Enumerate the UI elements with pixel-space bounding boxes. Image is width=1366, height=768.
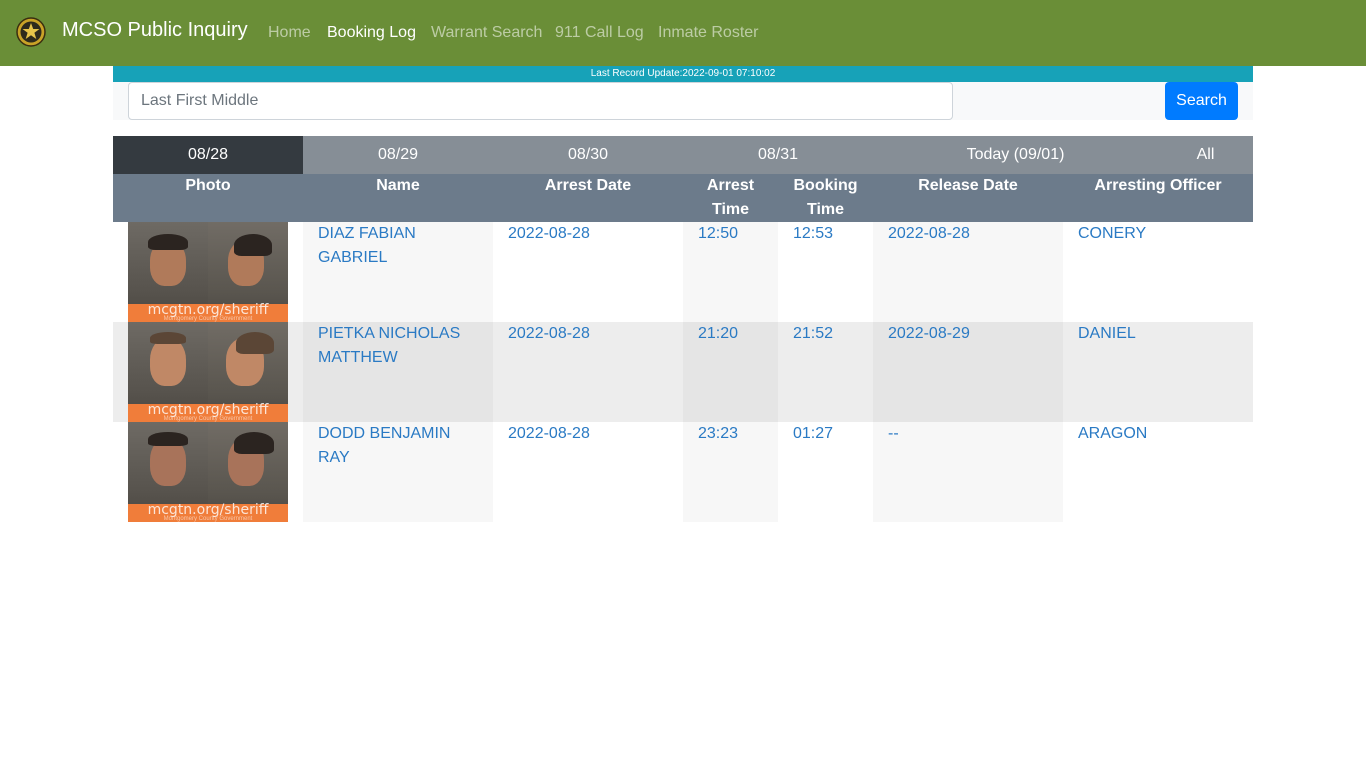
mugshot-photo[interactable]: mcgtn.org/sheriff Montgomery County Gove… [128,322,288,422]
photo-watermark-subtext: Montgomery County Government [163,516,253,522]
top-navbar: MCSO Public Inquiry Home Booking Log War… [0,0,1366,66]
arrest-time-link[interactable]: 23:23 [698,425,738,442]
arrest-date-link[interactable]: 2022-08-28 [508,225,590,242]
arrest-time-link[interactable]: 21:20 [698,325,738,342]
header-name: Name [376,177,420,194]
table-header: Photo Name Arrest Date Arrest Time Booki… [113,174,1253,222]
mugshot-photo[interactable]: mcgtn.org/sheriff Montgomery County Gove… [128,422,288,522]
search-button[interactable]: Search [1165,82,1238,120]
inmate-name-link[interactable]: DIAZ FABIAN GABRIEL [318,225,416,266]
release-date-link[interactable]: -- [888,425,899,442]
name-search-input[interactable] [128,82,953,120]
last-update-bar: Last Record Update:2022-09-01 07:10:02 [113,66,1253,82]
arresting-officer-link[interactable]: DANIEL [1078,325,1136,342]
header-arrest-time: Arrest Time [706,177,755,218]
arresting-officer-link[interactable]: ARAGON [1078,425,1147,442]
sheriff-star-badge-icon[interactable] [16,17,46,47]
tab-0830[interactable]: 08/30 [493,136,683,174]
header-arrest-date: Arrest Date [544,177,632,194]
table-row: mcgtn.org/sheriff Montgomery County Gove… [113,422,1253,522]
date-tabs: 08/28 08/29 08/30 08/31 Today (09/01) Al… [113,136,1253,174]
header-release-date: Release Date [918,177,1018,194]
booking-time-link[interactable]: 12:53 [793,225,833,242]
release-date-link[interactable]: 2022-08-29 [888,325,970,342]
booking-time-link[interactable]: 21:52 [793,325,833,342]
tab-0828[interactable]: 08/28 [113,136,303,174]
arrest-date-link[interactable]: 2022-08-28 [508,425,590,442]
nav-warrant-search[interactable]: Warrant Search [431,24,542,42]
booking-time-link[interactable]: 01:27 [793,425,833,442]
tab-all[interactable]: All [1158,136,1253,174]
release-date-link[interactable]: 2022-08-28 [888,225,970,242]
inmate-name-link[interactable]: PIETKA NICHOLAS MATTHEW [318,325,460,366]
inmate-name-link[interactable]: DODD BENJAMIN RAY [318,425,450,466]
mugshot-photo[interactable]: mcgtn.org/sheriff Montgomery County Gove… [128,222,288,322]
tab-0831[interactable]: 08/31 [683,136,873,174]
table-row: mcgtn.org/sheriff Montgomery County Gove… [113,322,1253,422]
nav-home[interactable]: Home [268,24,311,42]
arresting-officer-link[interactable]: CONERY [1078,225,1146,242]
tab-0829[interactable]: 08/29 [303,136,493,174]
table-row: mcgtn.org/sheriff Montgomery County Gove… [113,222,1253,322]
brand-title[interactable]: MCSO Public Inquiry [62,19,248,42]
header-arresting-officer: Arresting Officer [1094,177,1222,194]
arrest-time-link[interactable]: 12:50 [698,225,738,242]
header-booking-time: Booking Time [793,177,858,218]
nav-booking-log[interactable]: Booking Log [327,24,416,42]
arrest-date-link[interactable]: 2022-08-28 [508,325,590,342]
tab-today[interactable]: Today (09/01) [873,136,1158,174]
nav-911-call-log[interactable]: 911 Call Log [555,24,644,42]
header-photo: Photo [185,177,231,194]
search-form: Search [113,82,1253,120]
nav-inmate-roster[interactable]: Inmate Roster [658,24,758,42]
